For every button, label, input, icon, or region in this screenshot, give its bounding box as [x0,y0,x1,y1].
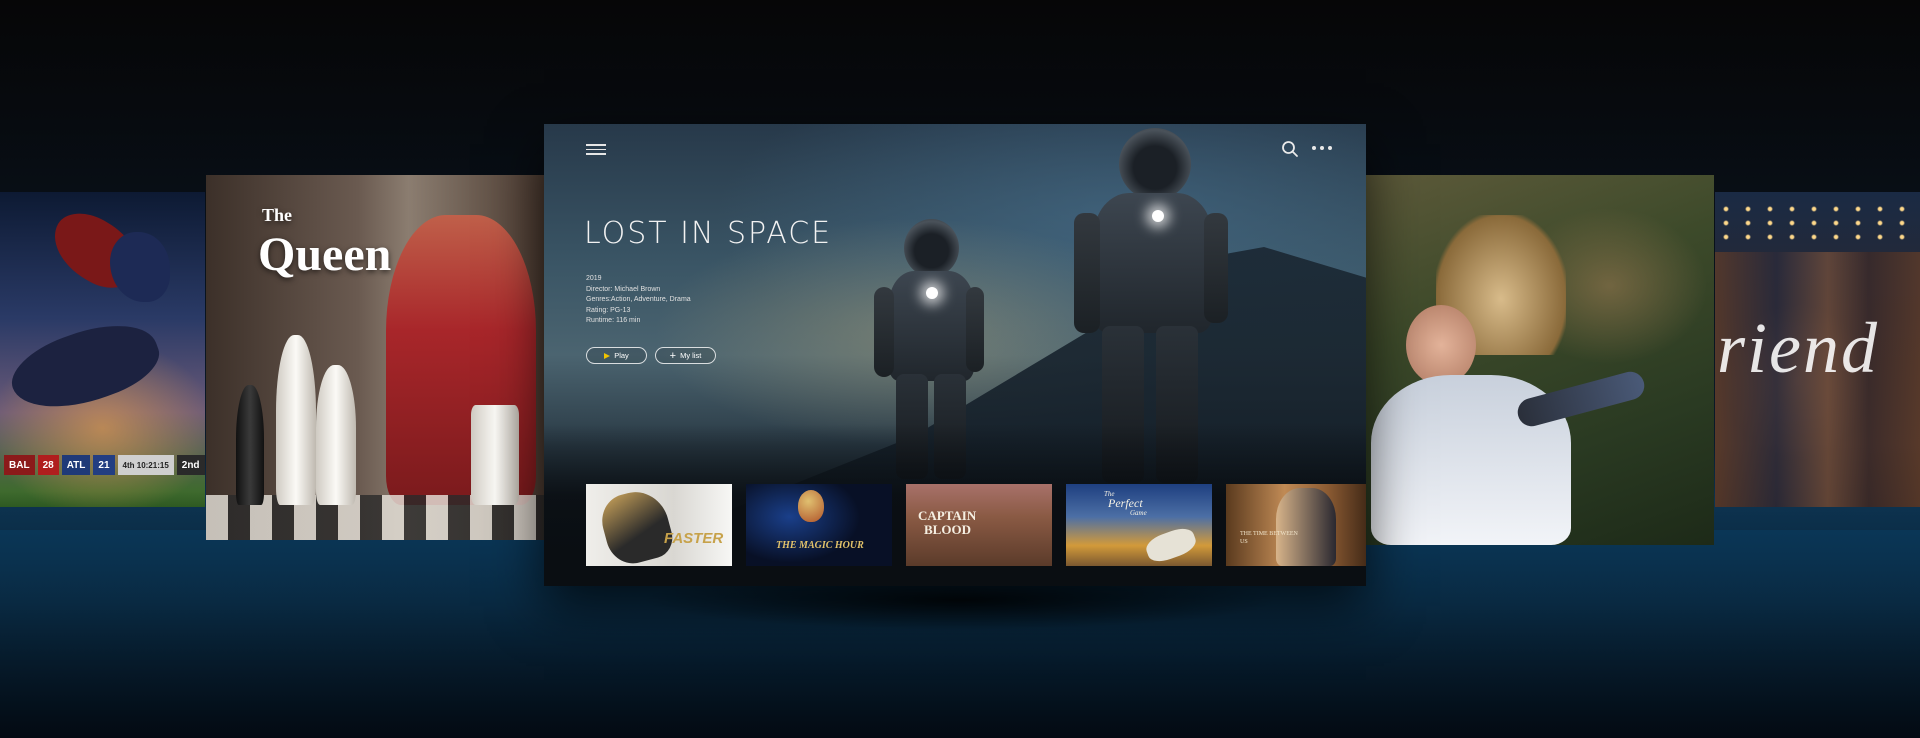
scoreboard-score-b: 21 [93,455,115,475]
plus-icon: + [669,349,677,362]
player-figure-3 [2,308,168,426]
chess-piece-dark [236,385,264,505]
movie-director: Director: Michael Brown [586,285,661,293]
thumbnail-title-line2: BLOOD [924,522,971,537]
thumbnail-captain-blood[interactable]: CAPTAIN BLOOD [906,484,1052,566]
more-icon[interactable] [1312,146,1334,152]
scoreboard-quarter: 2nd [176,455,205,475]
thumbnail-time-between-us[interactable]: THE TIME BETWEEN US [1226,484,1366,566]
girl-face [1406,305,1476,385]
thumbnail-title-line3: Game [1130,509,1147,517]
carousel-card-girl[interactable] [1366,175,1714,545]
my-list-button-label: My list [680,351,702,360]
astronaut-left-arm [874,287,894,377]
thumbnail-title: THE TIME BETWEEN US [1240,531,1298,545]
movie-rating: Rating: PG-13 [586,306,631,314]
my-list-button[interactable]: + My list [655,347,716,364]
astronaut-right-arm [1074,213,1100,333]
couple-figure [1276,488,1336,566]
movie-runtime: Runtime: 116 min [586,317,641,324]
carousel-card-football[interactable]: BAL 28 ATL 21 4th 10:21:15 2nd [0,192,205,507]
balloon-shape [798,490,824,522]
astronaut-right-arm-2 [1204,213,1228,323]
queen-title-large: Queen [258,228,392,281]
pitcher-figure [1143,524,1199,566]
astronaut-right-helmet [1119,128,1191,200]
play-button-label: Play [614,351,629,360]
thumbnail-title: FASTER [664,530,724,547]
girl-arm [1514,368,1648,430]
astronaut-left-light [926,287,938,299]
chess-piece-rook [471,405,519,505]
play-button[interactable]: Play [586,347,647,364]
thumbnail-perfect-game[interactable]: The Perfect Game [1066,484,1212,566]
runner-figure [596,484,677,566]
search-icon[interactable] [1281,140,1299,158]
astronaut-left-helmet [904,219,959,277]
movie-title: LOST IN SPACE [584,216,833,251]
scoreboard-team-b: ATL [61,455,91,475]
queen-title-small: The [262,205,293,225]
movie-genres: Genres:Action, Adventure, Drama [586,296,691,303]
astronaut-left-arm-2 [966,287,984,372]
thumbnail-row: FASTER THE MAGIC HOUR CAPTAIN BLOOD The … [586,484,1366,566]
string-lights [1715,202,1920,242]
thumbnail-title: THE MAGIC HOUR [776,540,864,551]
player-figure-2 [110,232,170,302]
chess-piece-queen [316,365,356,505]
scoreboard-team-a: BAL [4,455,35,475]
featured-panel: LOST IN SPACE 2019 Director: Michael Bro… [544,124,1366,586]
thumbnail-faster[interactable]: FASTER [586,484,732,566]
astronaut-right-light [1152,210,1164,222]
movie-meta: 2019 Director: Michael Brown Genres:Acti… [586,274,691,327]
thumbnail-magic-hour[interactable]: THE MAGIC HOUR [746,484,892,566]
play-icon [604,352,611,359]
carousel-card-queen[interactable]: The Queen [206,175,544,540]
chess-piece-king [276,335,316,505]
scoreboard: BAL 28 ATL 21 4th 10:21:15 2nd [4,455,205,475]
menu-icon[interactable] [586,144,606,158]
carousel-card-friends[interactable]: riend [1715,192,1920,507]
scoreboard-clock: 4th 10:21:15 [117,455,174,475]
scoreboard-score-a: 28 [37,455,59,475]
friends-title: riend [1717,308,1879,388]
movie-year: 2019 [586,275,602,282]
